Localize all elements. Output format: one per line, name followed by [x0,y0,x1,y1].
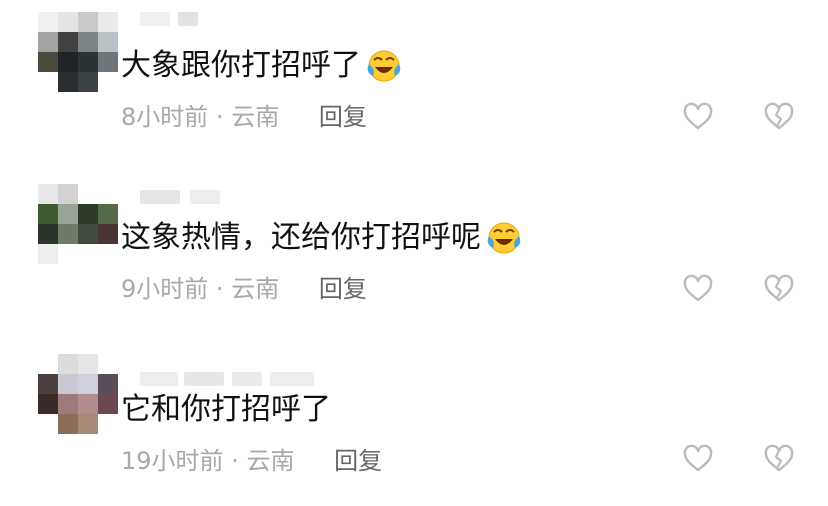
avatar[interactable] [38,184,122,268]
like-button[interactable] [683,274,713,304]
comment-item: 它和你打招呼了 19小时前 · 云南 回复 [0,344,828,504]
reply-button[interactable]: 回复 [319,275,367,303]
broken-heart-icon [764,102,794,130]
meta-separator: · [215,103,224,131]
comment-text-row: 这象热情，还给你打招呼呢 [121,218,521,258]
heart-outline-icon [683,102,713,130]
like-button[interactable] [683,102,713,132]
comment-location: 云南 [246,447,295,475]
comment-time: 8小时前 [121,103,209,131]
username-blurred[interactable] [140,190,250,206]
comment-item: 大象跟你打招呼了 8小时前 · 云南 回复 [0,0,828,160]
comment-text-row: 大象跟你打招呼了 [121,46,401,86]
heart-outline-icon [683,444,713,472]
avatar[interactable] [38,12,122,96]
meta-separator: · [231,447,239,475]
meta-separator: · [215,275,224,303]
username-blurred[interactable] [140,12,220,28]
like-button[interactable] [683,444,713,474]
avatar[interactable] [38,354,122,438]
broken-heart-icon [764,444,794,472]
reply-button[interactable]: 回复 [319,103,367,131]
broken-heart-icon [764,274,794,302]
laughing-crying-emoji-icon [365,48,401,84]
comment-meta: 9小时前 · 云南 回复 [121,272,367,306]
comment-meta: 8小时前 · 云南 回复 [121,100,367,134]
comment-text: 大象跟你打招呼了 [121,48,361,83]
comment-location: 云南 [231,103,280,131]
username-blurred[interactable] [140,372,320,388]
reply-button[interactable]: 回复 [334,447,382,475]
comment-time: 9小时前 [121,275,209,303]
comment-time: 19小时前 [121,447,224,475]
dislike-button[interactable] [764,274,794,304]
comment-text: 这象热情，还给你打招呼呢 [121,220,481,255]
dislike-button[interactable] [764,102,794,132]
comment-item: 这象热情，还给你打招呼呢 9小时前 · 云南 回复 [0,172,828,332]
laughing-crying-emoji-icon [485,220,521,256]
dislike-button[interactable] [764,444,794,474]
comment-location: 云南 [231,275,280,303]
comment-text-row: 它和你打招呼了 [121,390,331,430]
heart-outline-icon [683,274,713,302]
comment-meta: 19小时前 · 云南 回复 [121,444,382,478]
comment-text: 它和你打招呼了 [121,392,331,427]
